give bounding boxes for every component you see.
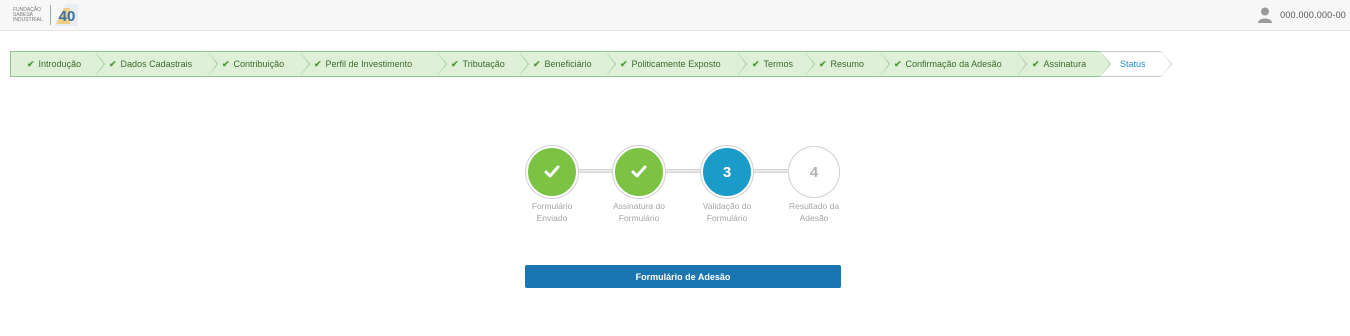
stage-3-circle: 3 <box>701 146 753 198</box>
wizard-step-beneficiario[interactable]: ✔ Beneficiário <box>518 51 616 77</box>
wizard-step-politicamente-exposto[interactable]: ✔ Politicamente Exposto <box>605 51 747 77</box>
check-icon <box>544 165 560 178</box>
check-icon: ✔ <box>752 58 760 69</box>
wizard-step-assinatura[interactable]: ✔ Assinatura <box>1016 51 1111 77</box>
user-info[interactable]: 000.000.000-00 <box>1256 6 1346 24</box>
check-icon: ✔ <box>109 58 117 69</box>
check-icon: ✔ <box>451 58 459 69</box>
stage-4-circle: 4 <box>788 146 840 198</box>
stage-4-label: Resultado da Adesão <box>788 201 840 223</box>
logo-text: FUNDAÇÃO SABESA INDUSTRIAL <box>13 6 43 23</box>
check-icon: ✔ <box>27 58 35 69</box>
check-icon: ✔ <box>819 58 827 69</box>
wizard-step-confirmacao-adesao[interactable]: ✔ Confirmação da Adesão <box>879 51 1027 77</box>
formulario-adesao-button[interactable]: Formulário de Adesão <box>525 265 841 288</box>
progress-connector <box>750 169 790 173</box>
wizard-step-dados-cadastrais[interactable]: ✔ Dados Cadastrais <box>94 51 218 77</box>
svg-text:40: 40 <box>59 8 76 25</box>
check-icon: ✔ <box>894 58 902 69</box>
stage-2-circle <box>613 146 665 198</box>
check-icon: ✔ <box>314 58 322 69</box>
wizard-step-resumo[interactable]: ✔ Resumo <box>804 51 890 77</box>
logo: FUNDAÇÃO SABESA INDUSTRIAL 40 <box>13 4 78 26</box>
logo-40-badge: 40 <box>54 4 78 26</box>
user-icon <box>1258 7 1273 23</box>
check-icon <box>631 165 647 178</box>
wizard-step-introducao[interactable]: ✔ Introdução <box>10 51 105 77</box>
stage-1-circle <box>526 146 578 198</box>
wizard-step-tributacao[interactable]: ✔ Tributação <box>436 51 529 77</box>
stage-3-label: Validação do Formulário <box>702 201 752 223</box>
stage-1-label: Formulário Enviado <box>531 201 573 223</box>
wizard-step-perfil-investimento[interactable]: ✔ Perfil de Investimento <box>299 51 447 77</box>
check-icon: ✔ <box>533 58 541 69</box>
check-icon: ✔ <box>1032 58 1040 69</box>
status-progress: 3 4 Formulário Enviado Assinatura do Formu… <box>525 146 840 226</box>
progress-connector <box>663 169 703 173</box>
top-header: FUNDAÇÃO SABESA INDUSTRIAL 40 000.000.00… <box>0 0 1350 31</box>
check-icon: ✔ <box>222 58 230 69</box>
logo-separator <box>50 5 51 25</box>
user-cpf: 000.000.000-00 <box>1280 10 1346 20</box>
wizard-step-contribuicao[interactable]: ✔ Contribuição <box>207 51 310 77</box>
progress-connector <box>575 169 615 173</box>
wizard-steps: ✔ Introdução ✔ Dados Cadastrais ✔ Contribui… <box>10 51 1172 77</box>
check-icon: ✔ <box>620 58 628 69</box>
stage-2-label: Assinatura do Formulário <box>613 201 665 223</box>
